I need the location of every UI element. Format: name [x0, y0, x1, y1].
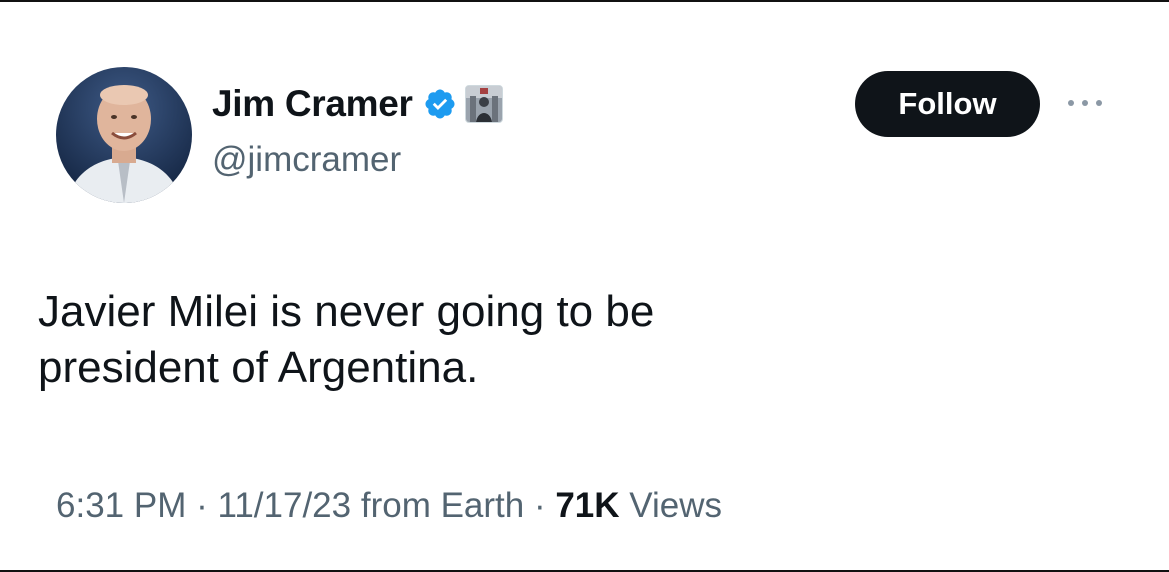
tweet-text-line: Javier Milei is never going to be: [38, 287, 655, 336]
more-options-button[interactable]: [1060, 88, 1110, 118]
author-avatar[interactable]: [56, 67, 192, 203]
author-name-row: Jim Cramer: [212, 80, 503, 128]
views-count[interactable]: 71K: [555, 486, 619, 525]
follow-button[interactable]: Follow: [855, 71, 1040, 137]
tweet-card: Jim Cramer @jimcramer Follow Javier Mile…: [0, 0, 1169, 572]
views-label: Views: [619, 486, 723, 525]
tweet-text: Javier Milei is never going to be presid…: [38, 284, 1088, 396]
meta-separator: ·: [524, 486, 556, 525]
tweet-time[interactable]: 6:31 PM: [56, 486, 186, 525]
tweet-date[interactable]: 11/17/23: [217, 486, 351, 525]
author-handle[interactable]: @jimcramer: [212, 140, 401, 180]
tweet-source: from Earth: [351, 486, 525, 525]
tweet-text-line: president of Argentina.: [38, 343, 479, 392]
verified-badge-icon: [425, 89, 455, 119]
more-dots-icon: [1068, 100, 1102, 106]
author-display-name[interactable]: Jim Cramer: [212, 83, 413, 125]
tweet-metadata: 6:31 PM · 11/17/23 from Earth · 71K View…: [56, 486, 722, 526]
affiliation-badge-icon[interactable]: [464, 85, 503, 123]
meta-separator: ·: [186, 486, 218, 525]
